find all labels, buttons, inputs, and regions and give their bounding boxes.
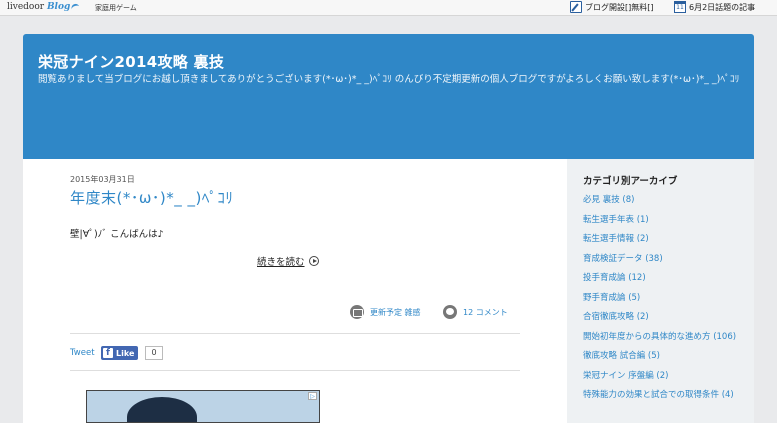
calendar-icon: 11 [674,1,686,13]
read-more-link[interactable]: 続きを読む [257,254,319,268]
topic-articles-link[interactable]: 11 6月2日話題の記事 [674,1,755,13]
livedoor-blog-logo[interactable]: livedoor Blog [7,2,80,12]
divider [70,333,520,334]
blog-title[interactable]: 栄冠ナイン2014攻略 裏技 [38,51,224,72]
divider [70,370,520,371]
logo-blog-text: Blog [46,2,71,12]
category-item[interactable]: 開始初年度からの具体的な進め方 (106) [583,332,753,342]
comment-bubble-icon [443,305,457,319]
post-body: 壁|∀ﾟ)ﾉﾞ こんばんは♪ [70,229,164,240]
like-count: 0 [145,346,163,360]
category-item[interactable]: 転生選手情報 (2) [583,234,753,244]
post-comments-label: 12 コメント [463,307,508,317]
category-item[interactable]: 野手育成論 (5) [583,293,753,303]
like-label: Like [116,348,135,358]
facebook-like-button[interactable]: f Like [101,346,139,360]
logo-livedoor-text: livedoor [7,2,45,12]
ad-image [127,397,197,422]
blog-description: 閲覧ありまして当ブログにお越し頂きましてありがとうございます(*･ω･)*_ _… [38,74,740,85]
category-list: 必見 裏技 (8) 転生選手年表 (1) 転生選手情報 (2) 育成検証データ … [583,195,753,410]
logo-swoosh-icon [70,2,80,11]
adchoices-icon[interactable]: ▷ [308,392,317,400]
category-item[interactable]: 栄冠ナイン 序盤編 (2) [583,371,753,381]
category-item[interactable]: 合宿徹底攻略 (2) [583,312,753,322]
tweet-button[interactable]: Tweet [70,348,95,358]
topic-articles-label: 6月2日話題の記事 [689,2,756,12]
post-category-label: 更新予定 雑感 [370,307,421,317]
pencil-icon [570,1,582,13]
category-item[interactable]: 育成検証データ (38) [583,254,753,264]
advertisement-banner[interactable]: ▷ [86,390,320,423]
read-more-label: 続きを読む [257,257,305,268]
blog-open-link[interactable]: ブログ開設[]無料[] [570,1,653,13]
post-comments-link[interactable]: 12 コメント [443,305,508,319]
facebook-icon: f [103,348,113,358]
category-item[interactable]: 必見 裏技 (8) [583,195,753,205]
category-item[interactable]: 徹底攻略 試合編 (5) [583,351,753,361]
post-title[interactable]: 年度末(*･ω･)*_ _)ﾍﾟｺﾘ [70,187,233,208]
circle-arrow-icon [308,256,319,266]
game-category-link[interactable]: 家庭用ゲーム [95,3,137,13]
category-archive-heading: カテゴリ別アーカイブ [583,176,678,187]
livedoor-toolbar: livedoor Blog 家庭用ゲーム ブログ開設[]無料[] 11 6月2日… [0,0,777,16]
post-date: 2015年03月31日 [70,175,135,184]
blog-header: 栄冠ナイン2014攻略 裏技 閲覧ありまして当ブログにお越し頂きましてありがとう… [23,34,754,159]
blog-open-label: ブログ開設[]無料[] [585,2,654,12]
post-category-link[interactable]: 更新予定 雑感 [350,305,421,319]
category-item[interactable]: 転生選手年表 (1) [583,215,753,225]
category-item[interactable]: 特殊能力の効果と試合での取得条件 (4) [583,390,753,400]
category-item[interactable]: 投手育成論 (12) [583,273,753,283]
folder-icon [350,305,364,319]
